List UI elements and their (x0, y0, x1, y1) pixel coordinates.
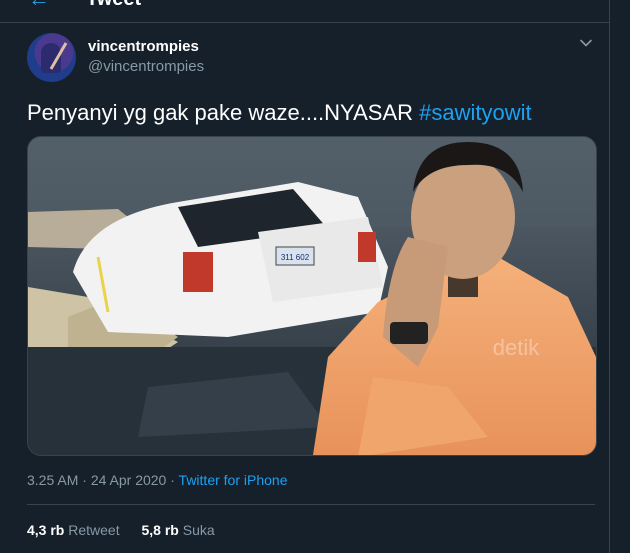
tweet-time[interactable]: 3.25 AM (27, 472, 78, 488)
handle[interactable]: @vincentrompies (88, 58, 204, 75)
timestamp-separator: · (166, 472, 179, 488)
like-count: 5,8 rb (141, 522, 179, 538)
display-name[interactable]: vincentrompies (88, 38, 199, 55)
tweet-text: Penyanyi yg gak pake waze....NYASAR #saw… (27, 100, 532, 126)
license-plate: 311 602 (281, 253, 310, 262)
back-arrow-icon[interactable]: ← (28, 0, 50, 12)
tweet-stats: 4,3 rb Retweet 5,8 rb Suka (27, 522, 233, 538)
header-title: Tweet (86, 0, 141, 11)
retweet-stat[interactable]: 4,3 rb Retweet (27, 522, 120, 538)
tweet-text-body: Penyanyi yg gak pake waze....NYASAR (27, 100, 420, 125)
tweet-date[interactable]: 24 Apr 2020 (91, 472, 167, 488)
tweet-photo: 311 602 detik (28, 137, 596, 455)
avatar[interactable] (27, 33, 76, 82)
hashtag-link[interactable]: #sawityowit (419, 100, 531, 125)
top-bar: ← Tweet (0, 0, 610, 23)
tweet-timestamp: 3.25 AM · 24 Apr 2020 · Twitter for iPho… (27, 472, 287, 488)
tweet-image[interactable]: 311 602 detik (27, 136, 597, 456)
divider (27, 504, 595, 505)
tweet-source-link[interactable]: Twitter for iPhone (179, 472, 288, 488)
timestamp-separator: · (78, 472, 91, 488)
tweet: vincentrompies @vincentrompies Penyanyi … (0, 23, 610, 553)
like-label: Suka (182, 522, 215, 538)
chevron-down-icon[interactable] (578, 35, 594, 51)
like-stat[interactable]: 5,8 rb Suka (142, 522, 215, 538)
image-watermark: detik (493, 335, 540, 360)
retweet-label: Retweet (68, 522, 120, 538)
scrollbar[interactable] (609, 0, 630, 553)
retweet-count: 4,3 rb (27, 522, 65, 538)
